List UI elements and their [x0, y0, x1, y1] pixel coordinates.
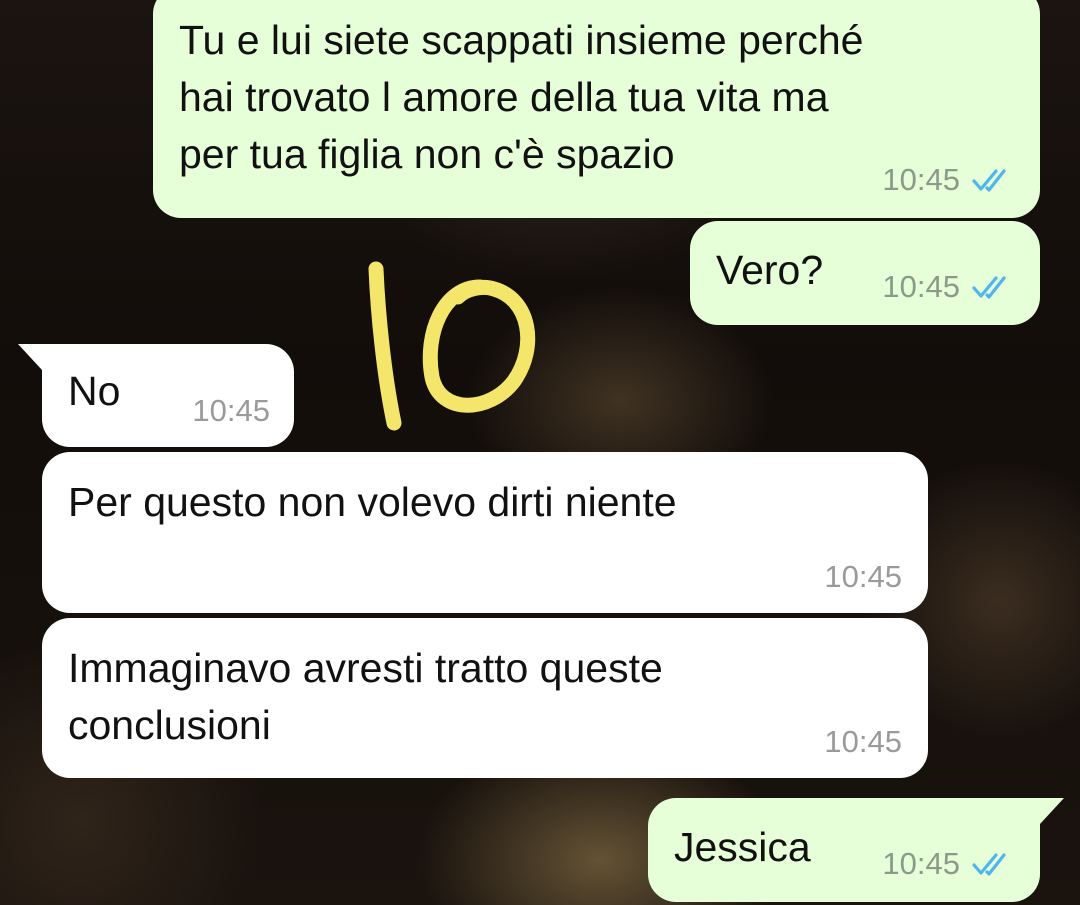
- message-line: hai trovato l amore della tua vita ma: [179, 74, 829, 120]
- message-text: Immaginavo avresti tratto queste conclus…: [68, 640, 663, 754]
- message-text: Jessica: [674, 819, 811, 876]
- message-text: Per questo non volevo dirti niente: [68, 474, 677, 531]
- message-time: 10:45: [882, 162, 960, 197]
- message-line: Vero?: [716, 247, 824, 293]
- message-line: Immaginavo avresti tratto queste: [68, 645, 663, 691]
- annotation-digit-1: [368, 261, 402, 431]
- message-time: 10:45: [824, 724, 902, 759]
- message-meta: 10:45: [192, 393, 270, 429]
- message-bubble-incoming[interactable]: Immaginavo avresti tratto queste conclus…: [42, 618, 928, 778]
- double-check-icon: [972, 853, 1006, 876]
- bubble-tail: [18, 344, 42, 370]
- message-text: No: [68, 363, 120, 420]
- message-bubble-outgoing[interactable]: Jessica 10:45: [648, 798, 1064, 902]
- double-check-icon: [972, 276, 1006, 299]
- message-bubble-outgoing[interactable]: Vero? 10:45: [690, 221, 1040, 325]
- message-line: conclusioni: [68, 702, 271, 748]
- message-line: Jessica: [674, 824, 811, 870]
- annotation-digit-0: [422, 279, 536, 413]
- message-meta: 10:45: [882, 162, 1016, 198]
- message-bubble-outgoing[interactable]: Tu e lui siete scappati insieme perché h…: [153, 0, 1040, 218]
- message-line: Per questo non volevo dirti niente: [68, 479, 677, 525]
- message-meta: 10:45: [882, 846, 1016, 882]
- message-text: Tu e lui siete scappati insieme perché h…: [179, 12, 863, 183]
- message-meta: 10:45: [824, 559, 902, 595]
- message-time: 10:45: [192, 393, 270, 428]
- double-check-icon: [972, 169, 1006, 192]
- message-line: No: [68, 368, 121, 414]
- message-meta: 10:45: [882, 269, 1016, 305]
- message-bubble-incoming[interactable]: No 10:45: [18, 344, 294, 447]
- chat-area: Tu e lui siete scappati insieme perché h…: [0, 0, 1080, 905]
- message-text: Vero?: [716, 242, 823, 299]
- message-time: 10:45: [882, 269, 960, 304]
- message-time: 10:45: [824, 559, 902, 594]
- bubble-tail: [1040, 798, 1064, 824]
- message-line: per tua figlia non c'è spazio: [179, 131, 675, 177]
- handwritten-annotation: [368, 261, 536, 431]
- message-bubble-incoming[interactable]: Per questo non volevo dirti niente 10:45: [42, 452, 928, 613]
- message-line: Tu e lui siete scappati insieme perché: [179, 17, 864, 63]
- message-meta: 10:45: [824, 724, 902, 760]
- message-time: 10:45: [882, 846, 960, 881]
